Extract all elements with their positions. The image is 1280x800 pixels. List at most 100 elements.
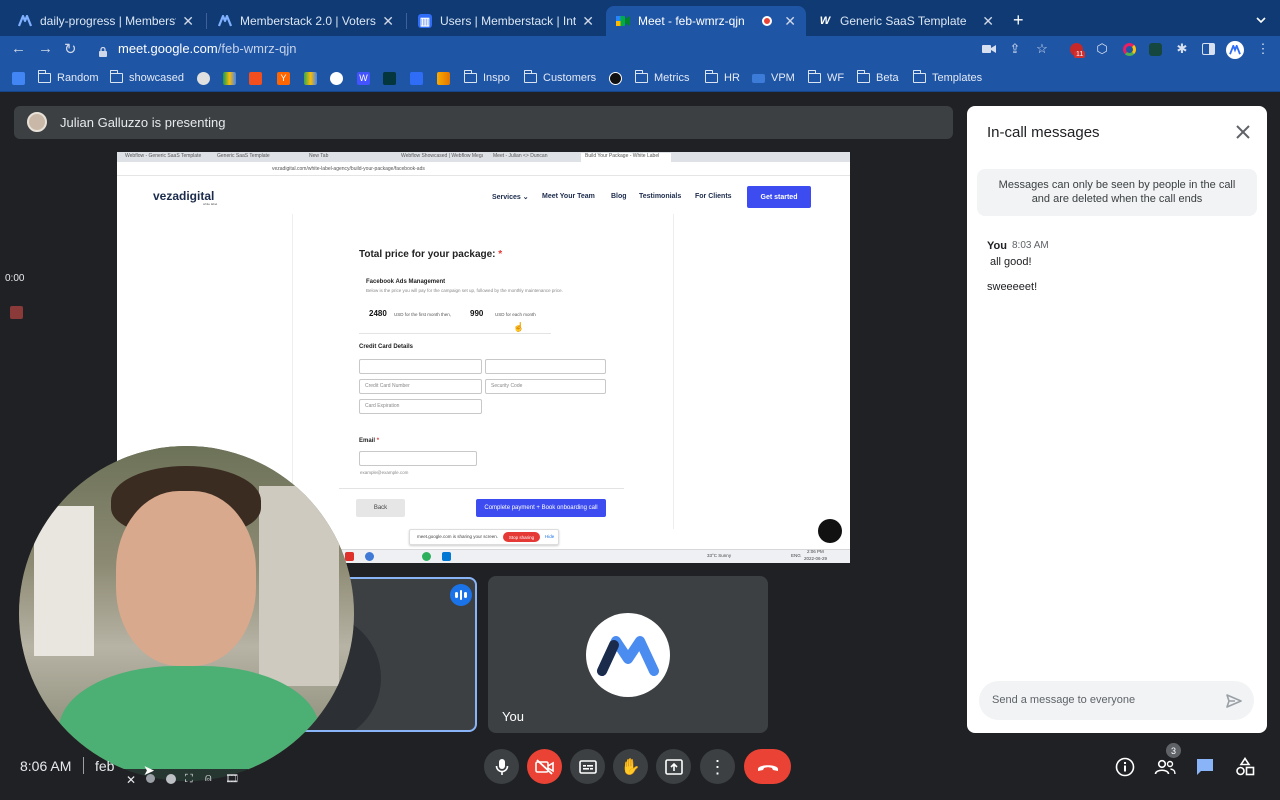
email-field [359,451,477,466]
meeting-info-icon[interactable] [1114,756,1136,778]
required-mark: * [376,438,380,444]
close-tab-icon[interactable]: ✕ [182,13,194,30]
hide-sharing-link: Hide [545,534,555,539]
side-panel-icon[interactable] [1199,40,1217,58]
end-call-button[interactable] [744,749,791,784]
bookmark-folder-inspo[interactable]: Inspo [463,70,510,86]
circle-bookmark-icon[interactable] [609,70,622,86]
chat-input-placeholder: Send a message to everyone [992,694,1136,706]
mouse-pointer-icon: ➤ [143,762,155,778]
chat-icon[interactable] [1194,756,1216,778]
site-nav-blog: Blog [611,193,627,200]
browser-menu-icon[interactable]: ⋮ [1254,40,1272,58]
bookmark-folder-templates[interactable]: Templates [912,70,983,86]
gdrive-bookmark-icon[interactable] [304,70,317,86]
bookmark-folder-customers[interactable]: Customers [523,70,596,86]
present-button[interactable] [656,749,691,784]
bookmark-folder-beta[interactable]: Beta [856,70,899,86]
grammarly-extension-icon[interactable] [1146,40,1164,58]
close-tab-icon[interactable]: ✕ [784,13,796,30]
tab-search-icon[interactable] [1254,13,1268,27]
webflow-bookmark-icon[interactable]: W [357,70,370,86]
folder-icon [37,70,51,83]
close-tab-icon[interactable]: ✕ [582,13,594,30]
ycombinator-bookmark-icon[interactable]: Y [277,70,290,86]
extension-grey-icon[interactable]: ⬡ [1093,40,1111,58]
camera-in-use-icon[interactable] [980,40,998,58]
panda-bookmark-icon[interactable] [330,70,343,86]
close-tab-icon[interactable]: ✕ [382,13,394,30]
stop-recording-icon[interactable] [10,306,23,319]
tab-generic-saas[interactable]: W Generic SaaS Template ✕ [808,6,1004,36]
email-label-text: Email [359,438,376,444]
calendar-bookmark-icon[interactable] [12,70,25,86]
circle-icon[interactable] [166,774,176,784]
drive-bookmark-icon[interactable] [223,70,236,86]
analytics-bookmark-icon[interactable] [437,70,450,86]
close-icon[interactable] [1234,123,1252,141]
cc-number-field: Credit Card Number [359,379,482,394]
memberstack-avatar [586,613,670,697]
tab-memberstack-voters[interactable]: Memberstack 2.0 | Voters | Me ✕ [208,6,404,36]
fullscreen-icon[interactable]: ⛶ [185,773,193,786]
lock-icon[interactable] [99,44,107,57]
new-tab-icon[interactable]: + [1013,11,1024,29]
send-icon[interactable] [1225,692,1243,710]
extensions-puzzle-icon[interactable]: ✱ [1173,40,1191,58]
form-submit-button: Complete payment + Book onboarding call [476,499,606,517]
bookmark-folder-hr[interactable]: HR [704,70,740,86]
bookmark-folder-showcased[interactable]: showcased [109,70,184,86]
first-price-text: USD for the first month then, [394,312,452,317]
reload-icon[interactable]: ↻ [64,40,77,58]
message-time: 8:03 AM [1012,240,1049,251]
intercom-bookmark-icon[interactable] [410,70,423,86]
captions-button[interactable] [570,749,605,784]
tab-title: Memberstack 2.0 | Voters | Me [240,14,376,28]
cardholder-field [359,359,482,374]
tab-google-meet[interactable]: Meet - feb-wmrz-qjn ✕ [606,6,806,36]
person-icon[interactable]: ⍝ [205,772,212,785]
globe-bookmark-icon[interactable] [197,70,210,86]
tab-daily-progress[interactable]: daily-progress | Memberstack ✕ [8,6,204,36]
shared-tab: Webflow - Generic SaaS Template [125,153,202,159]
package-title: Facebook Ads Management [366,279,446,285]
google-meet-icon [616,14,630,28]
tab-intercom-users[interactable]: ▥ Users | Memberstack | Intercom ✕ [408,6,604,36]
bookmark-star-icon[interactable]: ☆ [1033,40,1051,58]
bookmark-folder-wf[interactable]: WF [807,70,844,86]
bookmark-label: Templates [932,72,983,84]
taskbar-app-icon [422,552,431,561]
bookmark-label: Metrics [654,72,690,84]
url-text[interactable]: meet.google.com/feb-wmrz-qjn [118,41,296,56]
tab-divider [206,13,207,29]
bookmark-vpm[interactable]: VPM [752,70,795,86]
raise-hand-button[interactable]: ✋ [613,749,648,784]
site-nav-testimonials: Testimonials [639,193,682,200]
window-frame [259,486,339,686]
close-tab-icon[interactable]: ✕ [982,13,994,30]
camera-off-icon [534,758,554,775]
color-picker-extension-icon[interactable] [1120,40,1138,58]
form-heading-text: Total price for your package: [359,249,496,260]
profile-avatar[interactable] [1226,41,1244,59]
bookmark-folder-metrics[interactable]: Metrics [634,70,690,86]
clapper-icon[interactable]: 🎞 [225,772,239,785]
presenting-text: Julian Galluzzo is presenting [60,115,226,130]
share-icon[interactable]: ⇪ [1006,40,1024,58]
bookmark-label: Beta [876,72,899,84]
back-icon[interactable]: ← [11,40,26,57]
card-expiry-field: Card Expiration [359,399,482,414]
forward-icon[interactable]: → [38,40,53,57]
more-options-button[interactable]: ⋮ [700,749,735,784]
figma-bookmark-icon[interactable] [249,70,262,86]
package-desc: Below is the price you will pay for the … [366,288,563,293]
people-icon[interactable] [1154,756,1176,778]
cardholder-field-2 [485,359,606,374]
activities-icon[interactable] [1234,756,1256,778]
zendesk-bookmark-icon[interactable] [383,70,396,86]
camera-off-button[interactable] [527,749,562,784]
microphone-button[interactable] [484,749,519,784]
self-view-video[interactable] [19,446,354,781]
bookmark-folder-random[interactable]: Random [37,70,99,86]
close-icon[interactable]: ✕ [126,773,136,787]
